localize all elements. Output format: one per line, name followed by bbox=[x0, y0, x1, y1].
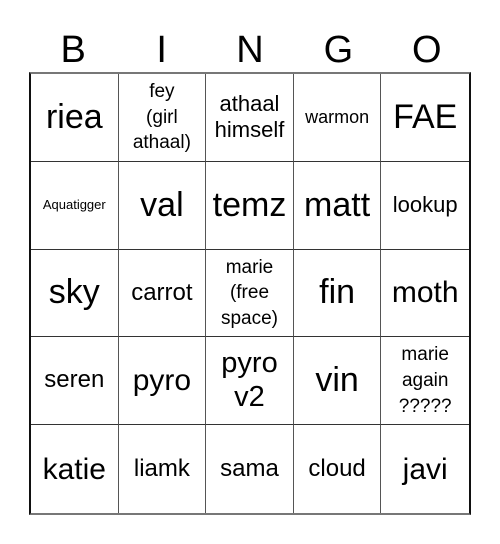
header-letter-b: B bbox=[60, 29, 86, 71]
bingo-cell[interactable]: moth bbox=[381, 250, 469, 338]
bingo-cell[interactable]: fin bbox=[293, 249, 382, 338]
bingo-grid: riea fey (girl athaal) athaal himself wa… bbox=[29, 72, 471, 515]
bingo-cell[interactable]: warmon bbox=[293, 74, 382, 162]
bingo-cell[interactable]: katie bbox=[31, 425, 119, 513]
bingo-cell[interactable]: liamk bbox=[119, 425, 207, 513]
bingo-cell[interactable]: seren bbox=[31, 337, 119, 426]
bingo-header: B I N G O bbox=[29, 28, 471, 72]
bingo-cell[interactable]: FAE bbox=[381, 74, 469, 162]
bingo-cell[interactable]: athaal himself bbox=[206, 74, 294, 162]
bingo-cell-free-space[interactable]: marie (free space) bbox=[206, 249, 294, 338]
bingo-cell[interactable]: riea bbox=[31, 74, 119, 162]
bingo-cell[interactable]: matt bbox=[293, 161, 382, 250]
bingo-cell[interactable]: temz bbox=[206, 161, 294, 250]
bingo-cell[interactable]: fey (girl athaal) bbox=[118, 74, 207, 162]
bingo-cell[interactable]: marie again ????? bbox=[381, 337, 469, 426]
bingo-cell[interactable]: javi bbox=[381, 425, 469, 513]
header-letter-o: O bbox=[412, 29, 442, 71]
bingo-cell[interactable]: lookup bbox=[381, 162, 469, 250]
bingo-cell[interactable]: sky bbox=[31, 249, 119, 338]
bingo-cell[interactable]: Aquatigger bbox=[31, 161, 119, 250]
bingo-cell[interactable]: vin bbox=[293, 337, 382, 426]
header-letter-g: G bbox=[323, 29, 354, 71]
bingo-cell[interactable]: cloud bbox=[294, 425, 382, 513]
bingo-cell[interactable]: pyro bbox=[118, 337, 207, 426]
bingo-cell[interactable]: carrot bbox=[118, 249, 207, 338]
bingo-cell[interactable]: pyro v2 bbox=[206, 337, 294, 426]
header-letter-n: N bbox=[236, 29, 264, 71]
bingo-cell[interactable]: val bbox=[118, 161, 207, 250]
header-letter-i: I bbox=[156, 29, 167, 71]
bingo-cell[interactable]: sama bbox=[206, 425, 294, 513]
